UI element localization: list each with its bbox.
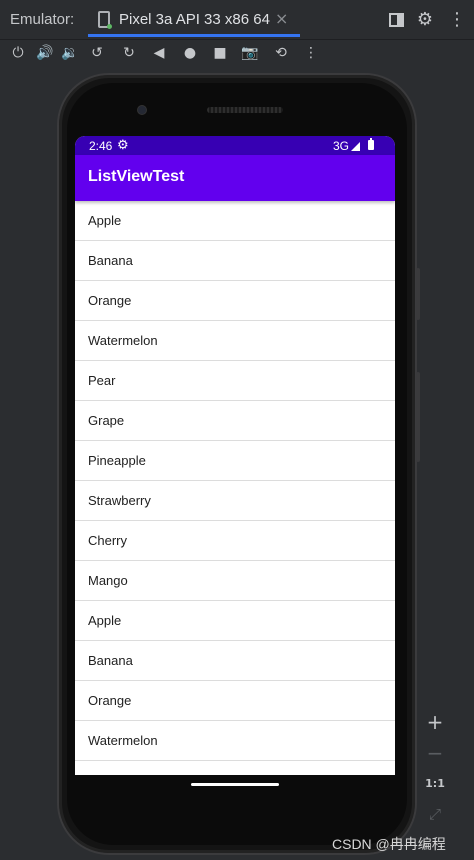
list-item[interactable]: Apple (75, 201, 395, 241)
list-item[interactable]: Watermelon (75, 321, 395, 361)
layout-icon[interactable] (387, 10, 407, 30)
speaker-grille (207, 107, 283, 113)
list-item[interactable]: Pear (75, 361, 395, 401)
app-bar: ListViewTest (75, 155, 395, 201)
list-item[interactable]: Mango (75, 561, 395, 601)
home-icon[interactable]: ● (179, 42, 201, 64)
device-screen: 2:46 ⚙ 3G ListViewTest Apple Banana Oran… (75, 136, 395, 775)
screenshot-icon[interactable]: 📷 (239, 42, 261, 64)
list-item[interactable]: Orange (75, 681, 395, 721)
more-toolbar-icon[interactable]: ⋮ (300, 42, 322, 64)
battery-icon (368, 138, 374, 150)
list-item[interactable]: Cherry (75, 521, 395, 561)
volume-up-icon[interactable]: 🔊 (34, 42, 56, 64)
volume-down-icon[interactable]: 🔉 (59, 42, 81, 64)
zoom-in-icon[interactable]: + (420, 707, 450, 737)
list-item[interactable]: Strawberry (75, 481, 395, 521)
signal-icon (351, 142, 360, 151)
list-item[interactable]: Grape (75, 401, 395, 441)
status-time: 2:46 (89, 139, 113, 153)
zoom-panel: + − 1:1 ⤢ (420, 705, 450, 831)
device-tab-label: Pixel 3a API 33 x86 64 (119, 11, 270, 28)
fruit-list[interactable]: Apple Banana Orange Watermelon Pear Grap… (75, 201, 395, 775)
power-icon[interactable]: ⏻ (7, 42, 29, 64)
gesture-nav-handle[interactable] (191, 783, 279, 786)
device-icon (98, 11, 112, 29)
list-item[interactable] (75, 761, 395, 775)
zoom-actual-size-button[interactable]: 1:1 (420, 769, 450, 799)
emulator-title-bar: Emulator: Pixel 3a API 33 x86 64 × ⚙ ⋮ (0, 0, 474, 40)
power-button[interactable] (416, 268, 420, 320)
list-item[interactable]: Apple (75, 601, 395, 641)
more-icon[interactable]: ⋮ (447, 10, 467, 30)
tab-underline (88, 34, 300, 37)
status-bar: 2:46 ⚙ 3G (75, 136, 395, 155)
list-item[interactable]: Banana (75, 641, 395, 681)
camera-icon (137, 105, 147, 115)
gear-icon[interactable]: ⚙ (415, 10, 435, 30)
volume-rocker[interactable] (416, 372, 420, 462)
back-icon[interactable]: ◀ (148, 42, 170, 64)
list-item[interactable]: Watermelon (75, 721, 395, 761)
rotate-right-icon[interactable]: ↻ (118, 42, 140, 64)
snapshot-icon[interactable]: ⟲ (270, 42, 292, 64)
device-tab[interactable]: Pixel 3a API 33 x86 64 × (88, 0, 300, 40)
list-item[interactable]: Pineapple (75, 441, 395, 481)
fit-screen-icon[interactable]: ⤢ (420, 799, 450, 829)
network-type: 3G (333, 139, 350, 153)
list-item[interactable]: Banana (75, 241, 395, 281)
settings-icon: ⚙ (117, 137, 129, 152)
watermark: CSDN @冉冉编程 (332, 836, 446, 852)
emulator-label: Emulator: (10, 11, 75, 28)
emulator-toolbar: ⏻ 🔊 🔉 ↺ ↻ ◀ ● ■ 📷 ⟲ ⋮ (0, 40, 474, 66)
overview-icon[interactable]: ■ (209, 42, 231, 64)
zoom-out-icon[interactable]: − (420, 738, 450, 768)
rotate-left-icon[interactable]: ↺ (86, 42, 108, 64)
close-icon[interactable]: × (275, 9, 288, 28)
app-title: ListViewTest (88, 168, 185, 185)
list-item[interactable]: Orange (75, 281, 395, 321)
